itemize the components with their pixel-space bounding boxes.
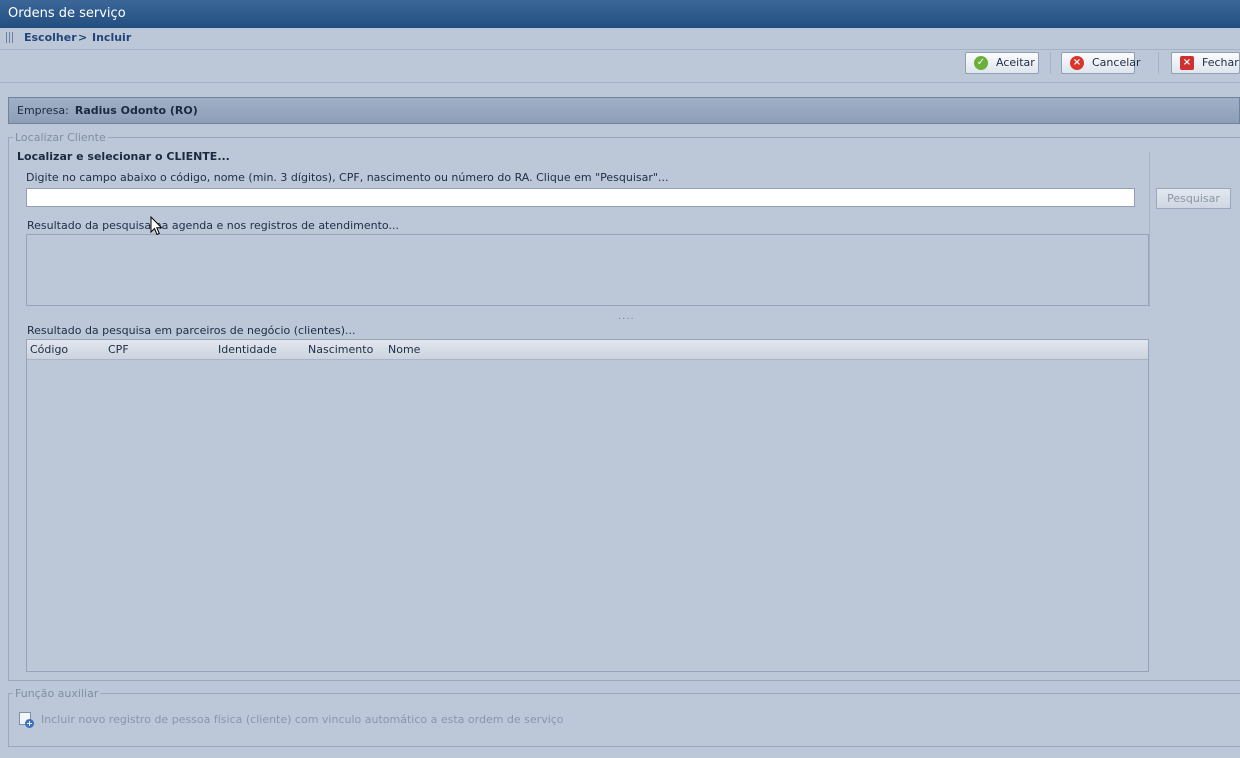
close-label: Fechar	[1202, 56, 1239, 69]
agenda-results-label: Resultado da pesquisa na agenda e nos re…	[27, 219, 399, 232]
new-record-icon[interactable]: +	[19, 712, 34, 728]
search-input[interactable]	[26, 188, 1135, 207]
include-new-client-link[interactable]: Incluir novo registro de pessoa física (…	[41, 713, 564, 726]
partner-results-label: Resultado da pesquisa em parceiros de ne…	[27, 324, 356, 337]
company-label: Empresa:	[17, 104, 69, 117]
find-client-legend: Localizar Cliente	[15, 131, 106, 144]
splitter-handle[interactable]: ....	[618, 311, 635, 322]
window-title: Ordens de serviço	[0, 0, 1240, 28]
company-value: Radius Odonto (RO)	[74, 104, 198, 117]
breadcrumb: Escolher > Incluir	[0, 28, 1240, 50]
search-button[interactable]: Pesquisar	[1156, 188, 1231, 209]
column-codigo[interactable]: Código	[30, 343, 68, 356]
x-square-icon: ×	[1180, 56, 1194, 70]
x-circle-icon: ×	[1070, 56, 1084, 70]
column-identidade[interactable]: Identidade	[218, 343, 277, 356]
toolbar	[0, 49, 1240, 83]
accept-button[interactable]: ✓ Aceitar	[965, 52, 1039, 74]
search-instruction: Digite no campo abaixo o código, nome (m…	[26, 171, 669, 184]
toolbar-separator	[1158, 52, 1159, 74]
cancel-button[interactable]: × Cancelar	[1061, 52, 1141, 74]
mouse-pointer-icon	[150, 216, 163, 236]
aux-function-legend: Função auxiliar	[15, 687, 99, 700]
table-header: Código CPF Identidade Nascimento Nome	[27, 340, 1148, 360]
divider	[1149, 152, 1150, 307]
find-client-heading: Localizar e selecionar o CLIENTE...	[17, 150, 230, 163]
agenda-results-list[interactable]	[26, 234, 1149, 306]
column-cpf[interactable]: CPF	[108, 343, 129, 356]
grip-icon	[6, 32, 15, 43]
cancel-label: Cancelar	[1092, 56, 1141, 69]
column-nascimento[interactable]: Nascimento	[308, 343, 373, 356]
partner-results-table[interactable]	[26, 339, 1149, 672]
company-bar: Empresa: Radius Odonto (RO)	[8, 97, 1240, 124]
column-nome[interactable]: Nome	[388, 343, 420, 356]
breadcrumb-escolher[interactable]: Escolher	[24, 31, 77, 44]
breadcrumb-incluir: Incluir	[92, 31, 132, 44]
close-button[interactable]: × Fechar	[1171, 52, 1240, 74]
toolbar-separator	[1050, 52, 1051, 74]
check-circle-icon: ✓	[974, 56, 988, 70]
breadcrumb-separator: >	[78, 31, 88, 44]
accept-label: Aceitar	[996, 56, 1035, 69]
